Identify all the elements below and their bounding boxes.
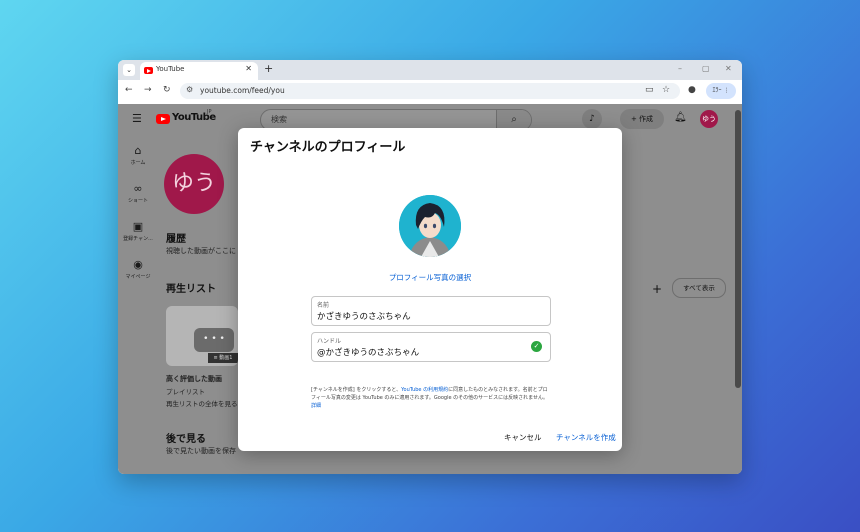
- cancel-button[interactable]: キャンセル: [504, 432, 542, 443]
- install-app-icon[interactable]: ▭: [645, 85, 654, 95]
- youtube-logo-icon[interactable]: [156, 114, 170, 124]
- details-link[interactable]: 詳細: [311, 403, 321, 409]
- minimize-button[interactable]: –: [678, 64, 682, 73]
- sidebar-item-label: ホーム: [130, 160, 146, 166]
- select-photo-link[interactable]: プロフィール写真の選択: [238, 272, 622, 283]
- terms-of-service-link[interactable]: YouTube の利用規約: [401, 387, 448, 393]
- dialog-title: チャンネルのプロフィール: [250, 140, 406, 155]
- playlist-item-link[interactable]: 再生リストの全体を見る: [166, 398, 238, 408]
- check-circle-icon: ✓: [531, 341, 542, 352]
- terms-notice: [チャンネルを作成] をクリックすると、YouTube の利用規約に同意したもの…: [311, 386, 551, 410]
- profile-avatar[interactable]: ゆう: [164, 154, 224, 214]
- handle-label: ハンドル: [317, 338, 342, 345]
- address-bar[interactable]: ⚙ youtube.com/feed/you: [180, 83, 680, 99]
- account-avatar[interactable]: ゆう: [700, 110, 718, 128]
- more-dots-icon: • • •: [194, 328, 234, 352]
- handle-field[interactable]: ハンドル @かざきゆうのさぶちゃん ✓: [311, 332, 551, 362]
- site-info-icon[interactable]: ⚙: [186, 85, 193, 94]
- shorts-icon: ∞: [133, 182, 143, 195]
- playlists-title[interactable]: 再生リスト: [166, 280, 216, 295]
- logo-region: JP: [207, 109, 212, 115]
- tab-title: YouTube: [156, 65, 185, 73]
- name-field[interactable]: 名前 かざきゆうのさぶちゃん: [311, 296, 551, 326]
- sidebar-item-you[interactable]: ◉ マイページ: [118, 258, 158, 280]
- anime-avatar-icon: [399, 195, 461, 257]
- error-menu-button[interactable]: ｴﾗｰ ⋮: [706, 83, 736, 99]
- playlist-count-badge: ≡ 動画1: [208, 353, 238, 363]
- tab-search-dropdown-icon[interactable]: ⌄: [123, 64, 135, 76]
- maximize-button[interactable]: ▢: [702, 64, 710, 73]
- sidebar-item-subscriptions[interactable]: ▣ 登録チャン...: [118, 220, 158, 242]
- history-title[interactable]: 履歴: [166, 230, 186, 245]
- search-input[interactable]: 検索: [271, 114, 287, 125]
- menu-hamburger-icon[interactable]: ☰: [132, 112, 142, 125]
- channel-profile-dialog: チャンネルのプロフィール プロフィール写真の選択 名前 かざきゆうのさぶちゃん …: [238, 128, 622, 451]
- show-all-button[interactable]: すべて表示: [672, 278, 726, 298]
- name-input[interactable]: かざきゆうのさぶちゃん: [317, 310, 411, 322]
- create-button[interactable]: + 作成: [620, 109, 664, 129]
- tab-close-icon[interactable]: ✕: [245, 64, 252, 73]
- sidebar-item-label: ショート: [127, 198, 148, 204]
- reload-icon[interactable]: ↻: [163, 85, 171, 95]
- tab-youtube[interactable]: YouTube ✕: [140, 62, 258, 80]
- you-icon: ◉: [133, 258, 143, 271]
- playlist-item-title[interactable]: 高く評価した動画: [166, 374, 222, 384]
- search-button[interactable]: ⌕: [496, 110, 531, 130]
- browser-toolbar: ← → ↻ ⚙ youtube.com/feed/you ▭ ☆ ● ｴﾗｰ ⋮: [118, 80, 742, 102]
- sidebar-item-label: 登録チャン...: [123, 236, 153, 242]
- playlist-item-type: プレイリスト: [166, 388, 205, 396]
- create-channel-button[interactable]: チャンネルを作成: [556, 432, 616, 443]
- sidebar-item-shorts[interactable]: ∞ ショート: [118, 182, 158, 204]
- name-label: 名前: [317, 302, 330, 309]
- voice-search-button[interactable]: ♪: [582, 109, 602, 129]
- profile-icon[interactable]: ●: [688, 85, 696, 95]
- notifications-bell-icon[interactable]: 🔔︎: [674, 112, 687, 123]
- home-icon: ⌂: [134, 144, 142, 157]
- close-window-button[interactable]: ✕: [725, 64, 732, 73]
- mic-icon: ♪: [589, 114, 595, 124]
- scrollbar-thumb[interactable]: [735, 110, 741, 388]
- url-text: youtube.com/feed/you: [200, 86, 285, 95]
- watch-later-subtitle: 後で見たい動画を保存: [166, 447, 236, 455]
- sidebar-item-home[interactable]: ⌂ ホーム: [118, 144, 158, 166]
- profile-photo[interactable]: [399, 195, 461, 257]
- bookmark-star-icon[interactable]: ☆: [662, 85, 670, 95]
- sidebar-item-label: マイページ: [125, 274, 151, 280]
- new-tab-button[interactable]: +: [264, 62, 273, 75]
- youtube-favicon-icon: [144, 67, 153, 74]
- playlist-thumbnail[interactable]: • • • ≡ 動画1: [166, 306, 238, 366]
- page-scrollbar[interactable]: [734, 104, 742, 474]
- terms-text-pre: [チャンネルを作成] をクリックすると、: [311, 387, 402, 393]
- watch-later-title[interactable]: 後で見る: [166, 430, 206, 445]
- forward-icon[interactable]: →: [144, 85, 152, 95]
- history-subtitle: 視聴した動画がここに: [166, 247, 236, 255]
- handle-input[interactable]: @かざきゆうのさぶちゃん: [317, 346, 419, 358]
- search-icon: ⌕: [511, 114, 517, 125]
- add-playlist-icon[interactable]: +: [652, 282, 662, 296]
- subscriptions-icon: ▣: [132, 220, 144, 233]
- back-icon[interactable]: ←: [125, 85, 133, 95]
- tab-strip: ⌄ YouTube ✕ + – ▢ ✕: [118, 60, 742, 80]
